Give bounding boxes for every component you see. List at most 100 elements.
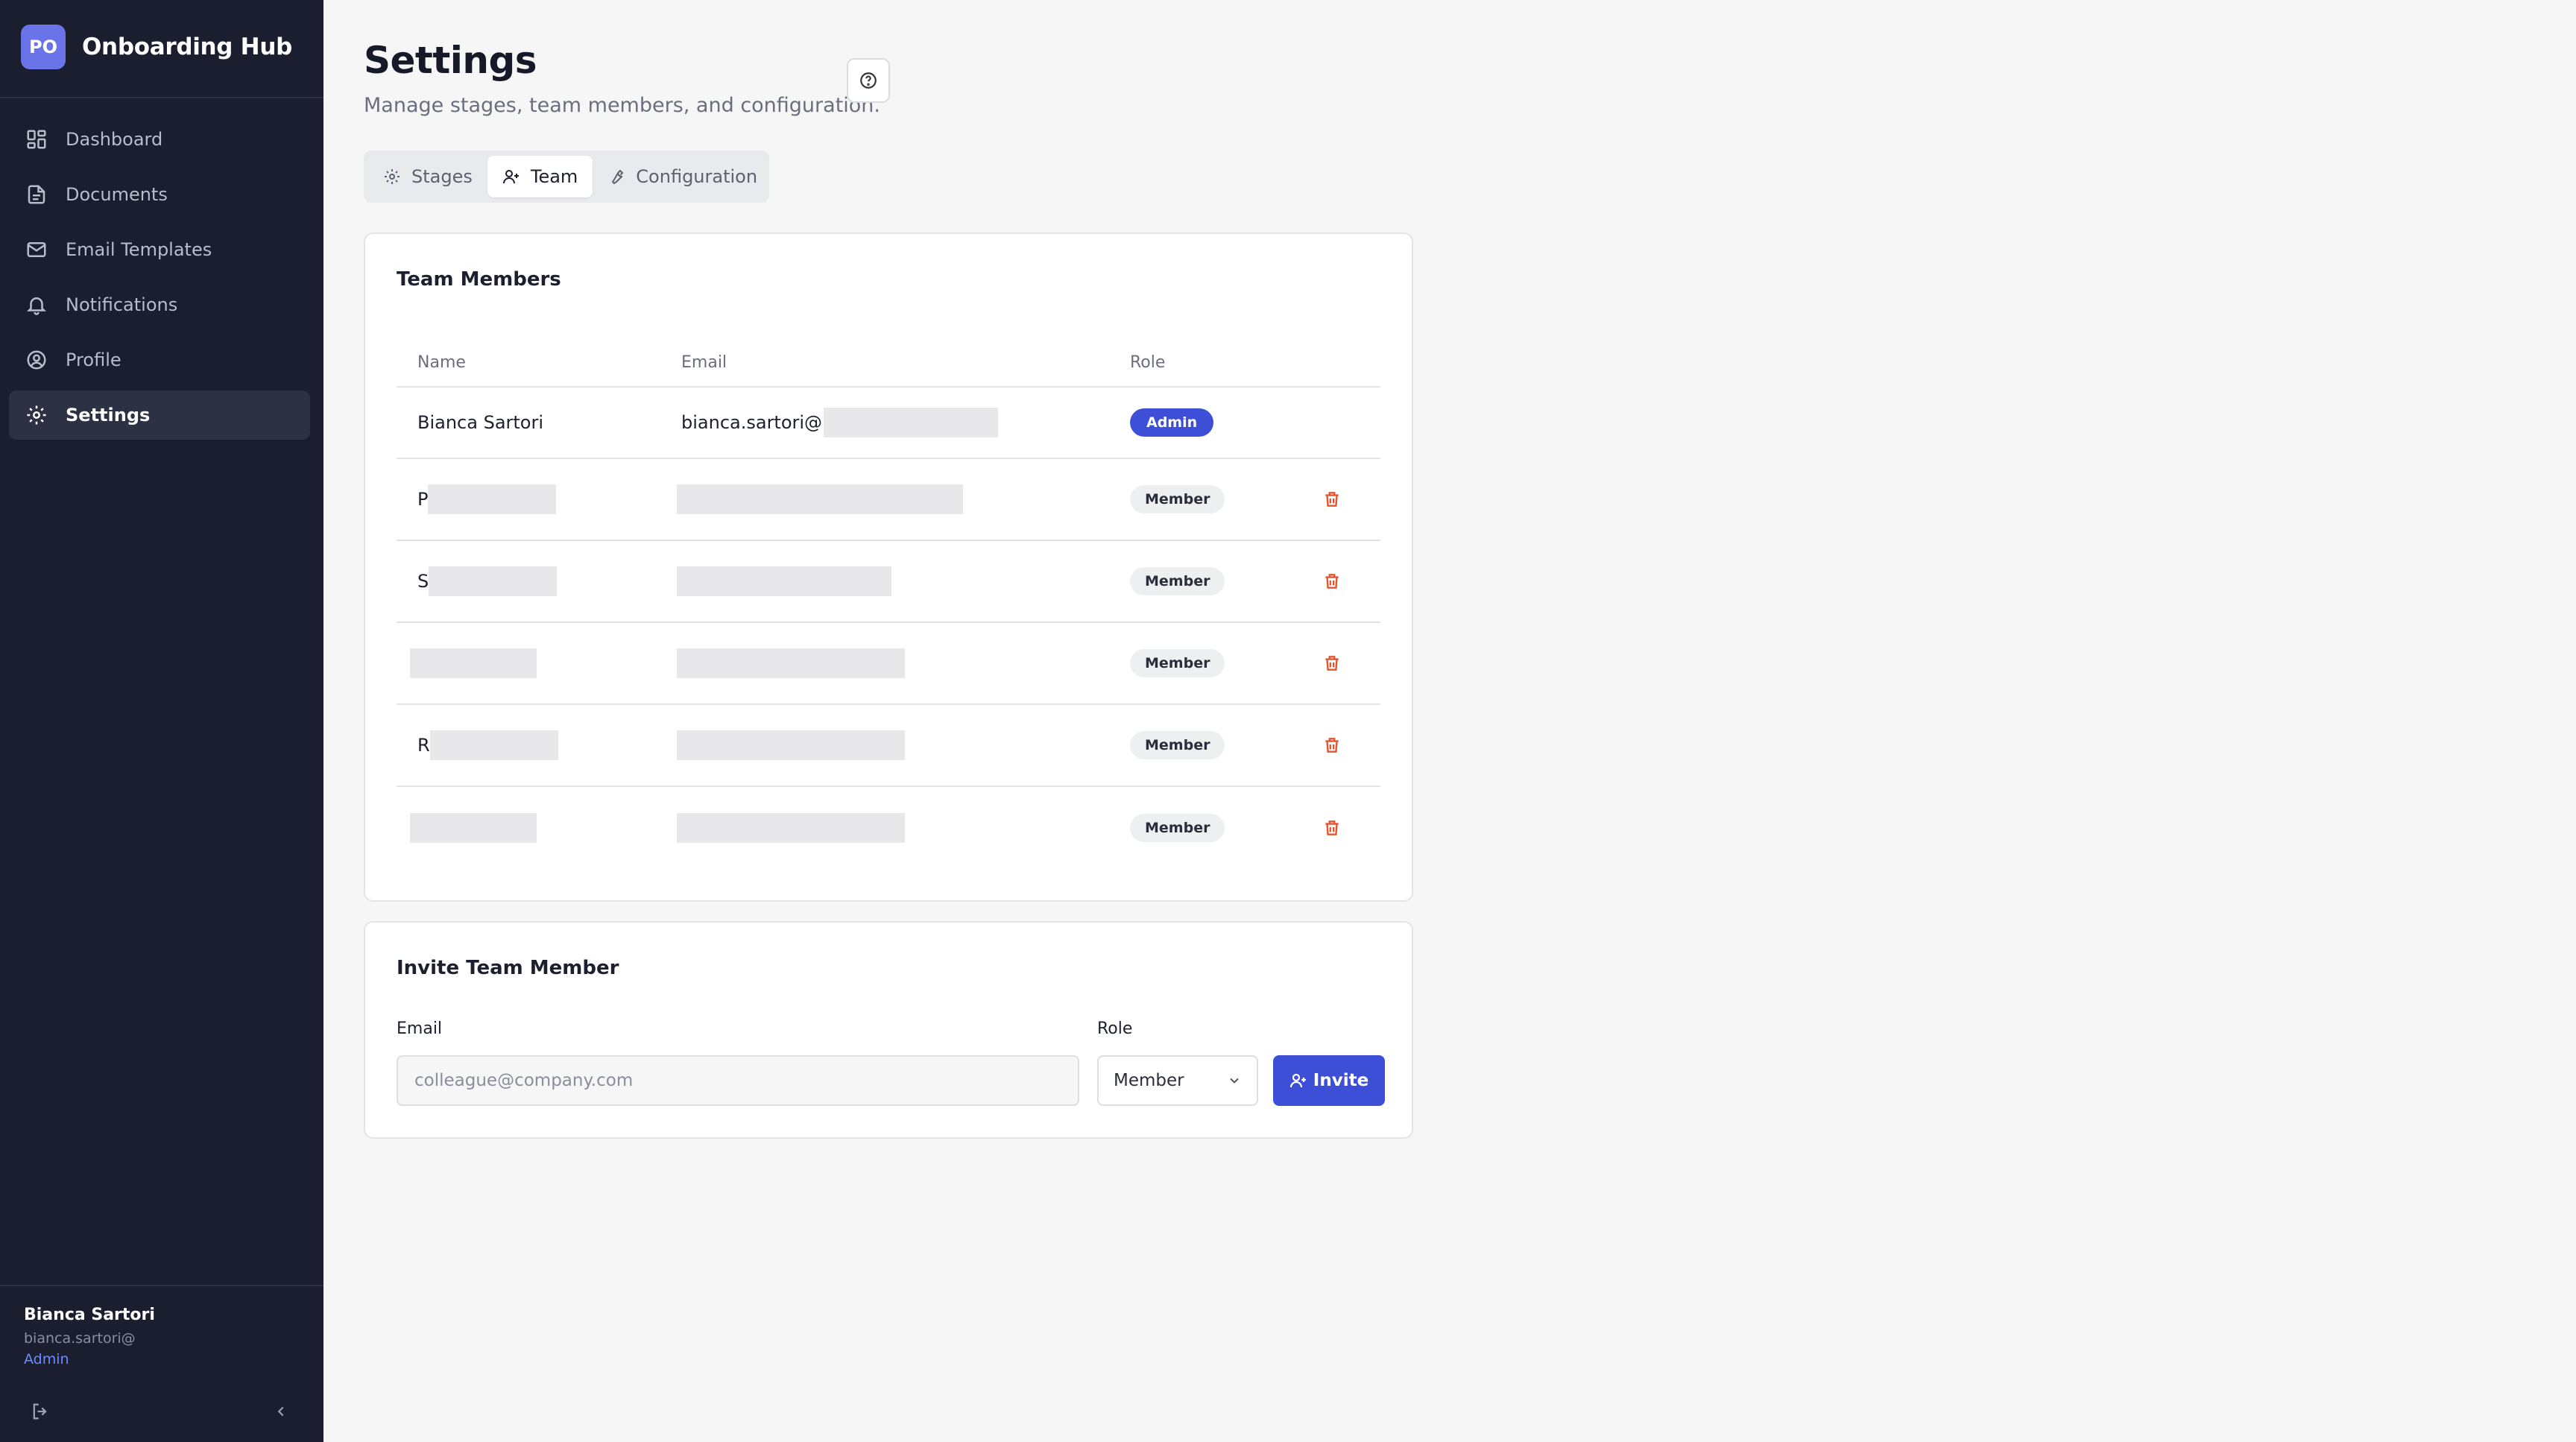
table-row: S Member	[397, 541, 1380, 623]
sidebar-item-email-templates[interactable]: Email Templates	[9, 225, 310, 274]
email-label: Email	[397, 1019, 443, 1038]
member-name-cell: P	[417, 459, 557, 540]
trash-icon	[1325, 574, 1339, 589]
role-badge-member: Member	[1130, 814, 1225, 842]
role-badge-admin: Admin	[1130, 408, 1214, 437]
column-header-name: Name	[417, 353, 466, 372]
chevron-down-icon	[1230, 1078, 1239, 1084]
gear-icon	[27, 405, 46, 425]
member-name-cell: R	[417, 705, 558, 785]
redacted-block	[677, 813, 905, 843]
tab-stages[interactable]: Stages	[368, 156, 487, 197]
card-title: Team Members	[397, 268, 561, 291]
page-subtitle: Manage stages, team members, and configu…	[364, 94, 880, 117]
sidebar: PO Onboarding Hub Dashboard Documents Em…	[0, 0, 323, 1442]
redacted-block	[824, 408, 999, 437]
column-header-email: Email	[681, 353, 727, 372]
sidebar-item-label: Documents	[66, 184, 168, 205]
sidebar-item-label: Profile	[66, 350, 121, 370]
sidebar-item-profile[interactable]: Profile	[9, 335, 310, 385]
delete-member-button[interactable]	[1322, 787, 1342, 869]
user-role: Admin	[24, 1351, 69, 1367]
tab-label: Stages	[411, 166, 473, 187]
brand[interactable]: PO Onboarding Hub	[21, 24, 292, 70]
sidebar-item-label: Settings	[66, 405, 151, 426]
role-badge-member: Member	[1130, 567, 1225, 595]
delete-member-button[interactable]	[1322, 541, 1342, 622]
team-members-card: Team Members Name Email Role Bianca Sart…	[364, 233, 1413, 902]
redacted-block	[677, 648, 905, 678]
trash-icon	[1325, 656, 1339, 671]
trash-icon	[1325, 738, 1339, 753]
invite-email-input[interactable]: colleague@company.com	[397, 1055, 1079, 1106]
sidebar-item-label: Dashboard	[66, 129, 163, 150]
member-email-cell	[677, 787, 905, 869]
trash-icon	[1325, 492, 1339, 507]
table-row: R Member	[397, 705, 1380, 787]
invite-button[interactable]: Invite	[1273, 1055, 1385, 1106]
button-label: Invite	[1313, 1071, 1369, 1090]
page-title: Settings	[364, 39, 537, 82]
delete-member-button[interactable]	[1322, 459, 1342, 540]
chevron-left-icon[interactable]	[273, 1403, 289, 1420]
user-plus-icon	[1289, 1073, 1306, 1088]
sidebar-item-settings[interactable]: Settings	[9, 390, 310, 440]
delete-member-button[interactable]	[1322, 705, 1342, 785]
member-name-cell	[410, 623, 537, 703]
redacted-block	[428, 484, 557, 514]
bell-icon	[26, 297, 47, 315]
trash-icon	[1325, 820, 1339, 835]
help-icon	[860, 72, 877, 89]
redacted-block	[677, 484, 963, 514]
delete-member-button[interactable]	[1322, 623, 1342, 703]
wrench-icon	[612, 169, 624, 185]
sidebar-item-notifications[interactable]: Notifications	[9, 280, 310, 329]
tab-team[interactable]: Team	[487, 156, 593, 197]
table-row: P Member	[397, 459, 1380, 541]
current-user: Bianca Sartori bianca.sartori@ Admin	[24, 1306, 155, 1367]
member-name-cell: S	[417, 541, 558, 622]
role-badge-member: Member	[1130, 731, 1225, 759]
member-email-cell: bianca.sartori@	[681, 388, 999, 458]
member-name-cell	[410, 787, 537, 869]
redacted-block	[677, 566, 891, 596]
select-value: Member	[1114, 1071, 1184, 1090]
role-cell: Admin	[1130, 388, 1214, 458]
role-cell: Member	[1130, 705, 1225, 785]
sidebar-item-label: Email Templates	[66, 239, 212, 260]
role-cell: Member	[1130, 459, 1225, 540]
table-row: Member	[397, 787, 1380, 869]
member-name: P	[417, 489, 429, 510]
member-email-cell	[677, 705, 905, 785]
card-title: Invite Team Member	[397, 957, 619, 979]
table-row: Member	[397, 623, 1380, 705]
mail-icon	[27, 242, 46, 257]
help-button[interactable]	[847, 58, 890, 103]
invite-role-select[interactable]: Member	[1097, 1055, 1258, 1106]
table-header: Name Email Role	[397, 332, 1380, 388]
user-email: bianca.sartori@	[24, 1330, 136, 1347]
column-header-role: Role	[1130, 353, 1166, 372]
gear-icon	[385, 169, 400, 184]
invite-member-card: Invite Team Member Email Role colleague@…	[364, 921, 1413, 1139]
logout-icon[interactable]	[30, 1401, 51, 1422]
tab-configuration[interactable]: Configuration	[593, 156, 772, 197]
user-name: Bianca Sartori	[24, 1306, 155, 1324]
redacted-block	[410, 813, 537, 843]
divider	[0, 1285, 323, 1286]
role-cell: Member	[1130, 623, 1225, 703]
role-badge-member: Member	[1130, 649, 1225, 677]
user-plus-icon	[502, 170, 519, 184]
table-row: Bianca Sartori bianca.sartori@ Admin	[397, 388, 1380, 459]
brand-logo: PO	[21, 25, 66, 69]
user-circle-icon	[27, 350, 46, 370]
sidebar-item-documents[interactable]: Documents	[9, 170, 310, 219]
main-content: Settings Manage stages, team members, an…	[323, 0, 2576, 1442]
member-name: Bianca Sartori	[417, 412, 544, 433]
member-name: R	[417, 735, 430, 756]
sidebar-item-dashboard[interactable]: Dashboard	[9, 115, 310, 164]
sidebar-item-label: Notifications	[66, 294, 178, 315]
settings-tabs: Stages Team Configuration	[364, 151, 769, 203]
member-email: bianca.sartori@	[681, 412, 823, 433]
sidebar-nav: Dashboard Documents Email Templates Noti…	[9, 115, 310, 446]
